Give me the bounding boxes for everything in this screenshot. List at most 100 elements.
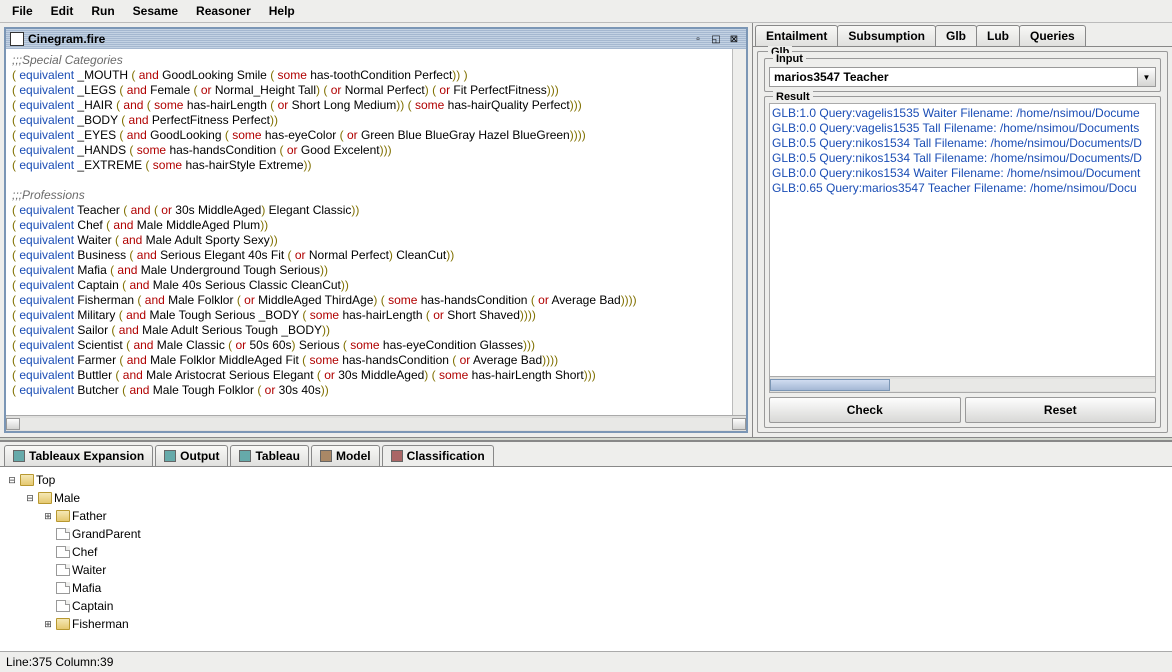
menu-sesame[interactable]: Sesame <box>125 2 186 20</box>
tab-icon <box>320 450 332 462</box>
tree-father[interactable]: ⊞ Father <box>6 507 1166 525</box>
tab-subsumption[interactable]: Subsumption <box>837 25 936 46</box>
tree-label: Waiter <box>72 561 106 579</box>
result-row[interactable]: GLB:0.0 Query:vagelis1535 Tall Filename:… <box>772 121 1153 136</box>
doc-title: Cinegram.fire <box>28 32 688 46</box>
result-hscrollbar[interactable] <box>769 377 1156 393</box>
doc-icon <box>10 32 24 46</box>
tree-fisherman[interactable]: ⊞Fisherman <box>6 615 1166 633</box>
tree-top[interactable]: ⊟ Top <box>6 471 1166 489</box>
tab-icon <box>391 450 403 462</box>
file-icon <box>56 528 70 540</box>
tree-captain[interactable]: Captain <box>6 597 1166 615</box>
menu-reasoner[interactable]: Reasoner <box>188 2 259 20</box>
scroll-right-icon[interactable] <box>732 418 746 430</box>
tab-icon <box>164 450 176 462</box>
tree-toggle-icon[interactable]: ⊞ <box>42 618 54 630</box>
tree-toggle-icon[interactable]: ⊟ <box>24 492 36 504</box>
tab-icon <box>239 450 251 462</box>
tree-toggle-icon[interactable] <box>42 528 54 540</box>
tree-label: Captain <box>72 597 113 615</box>
result-row[interactable]: GLB:0.65 Query:marios3547 Teacher Filena… <box>772 181 1153 196</box>
tab-label: Classification <box>407 449 485 463</box>
tree-toggle-icon[interactable] <box>42 582 54 594</box>
file-icon <box>56 600 70 612</box>
tab-entailment[interactable]: Entailment <box>755 25 838 46</box>
tab-label: Model <box>336 449 371 463</box>
tree-mafia[interactable]: Mafia <box>6 579 1166 597</box>
scroll-thumb[interactable] <box>770 379 890 391</box>
tab-glb[interactable]: Glb <box>935 25 977 46</box>
tree-male[interactable]: ⊟ Male <box>6 489 1166 507</box>
tab-model[interactable]: Model <box>311 445 380 466</box>
bottom-tabs: Tableaux Expansion Output Tableau Model Clas… <box>0 442 1172 467</box>
tree-toggle-icon[interactable] <box>42 564 54 576</box>
reasoner-pane: EntailmentSubsumptionGlbLubQueries Glb I… <box>752 23 1172 437</box>
doc-window: Cinegram.fire ▫ ◱ ⊠ ;;;Special Categorie… <box>4 27 748 433</box>
check-button[interactable]: Check <box>769 397 961 423</box>
tree-toggle-icon[interactable]: ⊞ <box>42 510 54 522</box>
tree-label: Father <box>72 507 107 525</box>
tree-toggle-icon[interactable] <box>42 546 54 558</box>
menu-edit[interactable]: Edit <box>43 2 82 20</box>
reset-button[interactable]: Reset <box>965 397 1157 423</box>
folder-icon <box>20 474 34 486</box>
scroll-track[interactable] <box>20 418 732 430</box>
input-legend: Input <box>773 53 806 65</box>
tree-label: Mafia <box>72 579 101 597</box>
tree-chef[interactable]: Chef <box>6 543 1166 561</box>
tree-label: Male <box>54 489 80 507</box>
tree-grandparent[interactable]: GrandParent <box>6 525 1166 543</box>
tree-label: Top <box>36 471 55 489</box>
maximize-icon[interactable]: ◱ <box>708 31 724 47</box>
file-icon <box>56 564 70 576</box>
tab-queries[interactable]: Queries <box>1019 25 1086 46</box>
tree-toggle-icon[interactable]: ⊟ <box>6 474 18 486</box>
code-editor[interactable]: ;;;Special Categories( equivalent _MOUTH… <box>6 49 732 415</box>
doc-titlebar[interactable]: Cinegram.fire ▫ ◱ ⊠ <box>6 29 746 49</box>
status-bar: Line:375 Column:39 <box>0 651 1172 672</box>
tab-tableau[interactable]: Tableau <box>230 445 308 466</box>
minimize-icon[interactable]: ▫ <box>690 31 706 47</box>
tab-tableaux-expansion[interactable]: Tableaux Expansion <box>4 445 153 466</box>
combo-dropdown-icon[interactable]: ▼ <box>1138 67 1156 87</box>
tab-label: Output <box>180 449 219 463</box>
tab-label: Tableaux Expansion <box>29 449 144 463</box>
result-row[interactable]: GLB:1.0 Query:vagelis1535 Waiter Filenam… <box>772 106 1153 121</box>
tab-label: Tableau <box>255 449 299 463</box>
folder-icon <box>38 492 52 504</box>
tab-classification[interactable]: Classification <box>382 445 494 466</box>
close-icon[interactable]: ⊠ <box>726 31 742 47</box>
menu-run[interactable]: Run <box>83 2 122 20</box>
tree-waiter[interactable]: Waiter <box>6 561 1166 579</box>
folder-icon <box>56 618 70 630</box>
query-input[interactable] <box>769 67 1138 87</box>
menu-file[interactable]: File <box>4 2 41 20</box>
folder-icon <box>56 510 70 522</box>
classification-tree[interactable]: ⊟Top⊟Male⊞FatherGrandParentChefWaiterMaf… <box>0 467 1172 651</box>
file-icon <box>56 546 70 558</box>
tab-lub[interactable]: Lub <box>976 25 1020 46</box>
scroll-track[interactable] <box>770 379 1155 391</box>
result-row[interactable]: GLB:0.0 Query:nikos1534 Waiter Filename:… <box>772 166 1153 181</box>
tree-label: Chef <box>72 543 97 561</box>
bottom-pane: Tableaux Expansion Output Tableau Model Clas… <box>0 441 1172 651</box>
scroll-left-icon[interactable] <box>6 418 20 430</box>
editor-vscrollbar[interactable] <box>732 49 746 415</box>
file-icon <box>56 582 70 594</box>
menubar: FileEditRunSesameReasonerHelp <box>0 0 1172 23</box>
result-row[interactable]: GLB:0.5 Query:nikos1534 Tall Filename: /… <box>772 136 1153 151</box>
menu-help[interactable]: Help <box>261 2 303 20</box>
result-list[interactable]: GLB:1.0 Query:vagelis1535 Waiter Filenam… <box>769 103 1156 377</box>
tab-output[interactable]: Output <box>155 445 228 466</box>
result-legend: Result <box>773 91 813 103</box>
tab-icon <box>13 450 25 462</box>
input-group: Input ▼ <box>764 58 1161 92</box>
result-group: Result GLB:1.0 Query:vagelis1535 Waiter … <box>764 96 1161 428</box>
reasoner-tabs: EntailmentSubsumptionGlbLubQueries <box>753 23 1172 47</box>
tree-toggle-icon[interactable] <box>42 600 54 612</box>
result-row[interactable]: GLB:0.5 Query:nikos1534 Tall Filename: /… <box>772 151 1153 166</box>
tree-label: GrandParent <box>72 525 141 543</box>
query-combo: ▼ <box>769 67 1156 87</box>
editor-hscrollbar[interactable] <box>6 415 746 431</box>
